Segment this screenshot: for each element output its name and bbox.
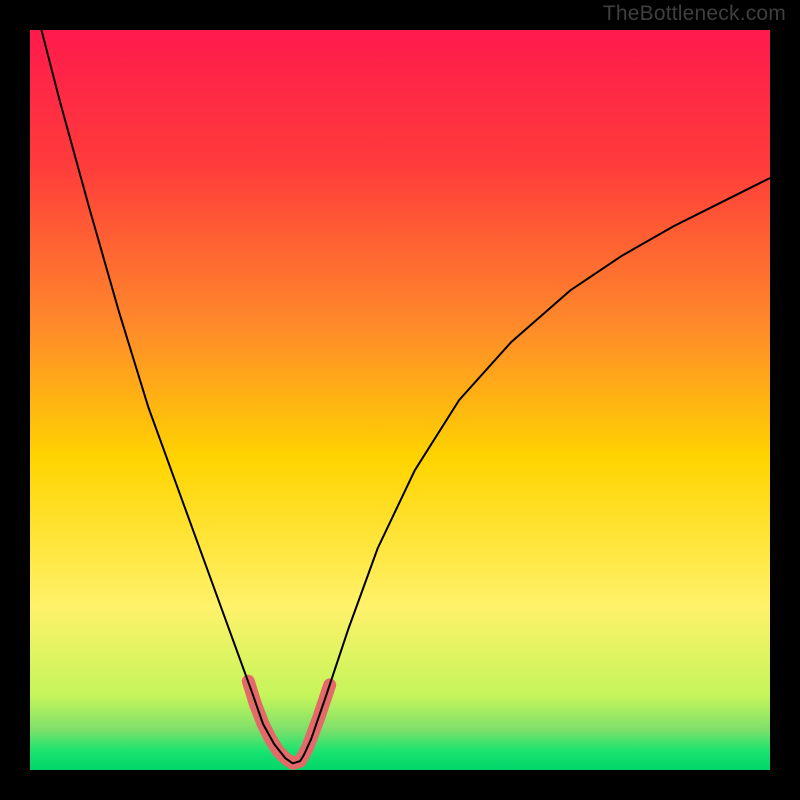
chart-frame: TheBottleneck.com <box>0 0 800 800</box>
chart-svg <box>30 30 770 770</box>
plot-background <box>30 30 770 770</box>
plot-area <box>30 30 770 770</box>
watermark-text: TheBottleneck.com <box>603 2 786 26</box>
